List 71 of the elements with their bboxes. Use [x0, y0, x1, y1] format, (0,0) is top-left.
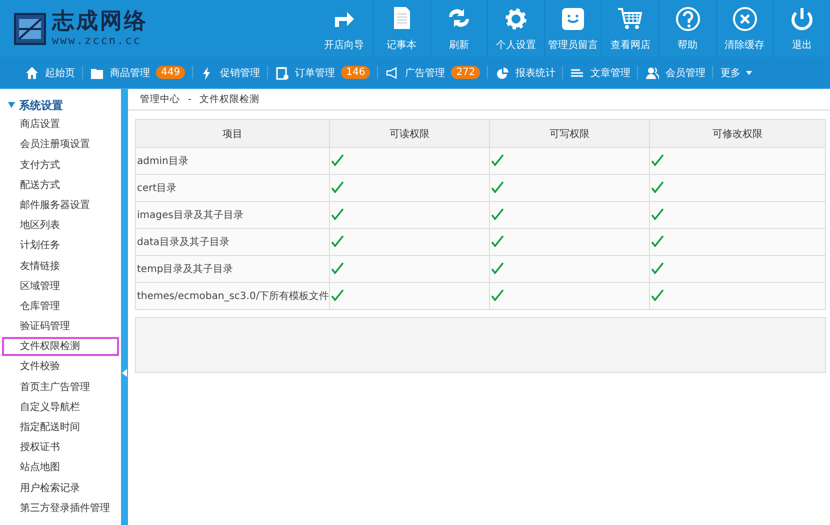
- help-icon: [674, 5, 702, 33]
- nav-item[interactable]: 促销管理: [193, 66, 268, 80]
- nav-label: 商品管理: [110, 66, 150, 80]
- nav-label: 起始页: [45, 66, 75, 80]
- sidebar-item[interactable]: 邮件服务器设置: [2, 196, 119, 215]
- nav-item[interactable]: 会员管理: [638, 66, 712, 80]
- nav-item[interactable]: 文章管理: [563, 66, 638, 80]
- nav-item[interactable]: 广告管理 272: [378, 66, 488, 80]
- sidebar-item[interactable]: 配送方式: [2, 176, 119, 195]
- breadcrumb-separator: -: [188, 94, 192, 104]
- table-cell: cert目录: [137, 183, 177, 194]
- logo-title: 志成网络: [52, 10, 148, 34]
- nav-item[interactable]: 更多: [713, 66, 760, 80]
- toolbar-button[interactable]: 管理员留言: [544, 0, 602, 57]
- column-header: 可写权限: [550, 128, 590, 140]
- toolbar-button[interactable]: 开店向导: [315, 0, 372, 57]
- megaphone-icon: [385, 66, 400, 80]
- sidebar-item[interactable]: 友情链接: [2, 256, 119, 276]
- sidebar-item[interactable]: 自定义导航栏: [2, 398, 119, 417]
- nav-label: 会员管理: [665, 66, 706, 80]
- nav-label: 报表统计: [515, 66, 556, 80]
- sidebar-item[interactable]: 验证码管理: [2, 317, 119, 336]
- logo-icon: [14, 12, 46, 44]
- count-badge: 146: [341, 66, 370, 79]
- breadcrumb-link[interactable]: 管理中心: [140, 92, 180, 106]
- sidebar-item[interactable]: 计划任务: [2, 236, 119, 256]
- collapse-arrow-icon[interactable]: [122, 369, 127, 377]
- nav-label: 文章管理: [590, 66, 630, 80]
- nav-item[interactable]: 起始页: [18, 66, 82, 80]
- table-cell: themes/ecmoban_sc3.0/下所有模板文件: [137, 291, 330, 302]
- nav-label: 广告管理: [405, 66, 446, 80]
- sidebar-item[interactable]: 文件权限检测: [2, 337, 119, 356]
- sidebar-item[interactable]: 指定配送时间: [2, 418, 119, 437]
- sidebar-item[interactable]: 地区列表: [2, 216, 119, 236]
- sidebar-item[interactable]: 站点地图: [2, 458, 119, 478]
- breadcrumb-current: 文件权限检测: [199, 92, 260, 106]
- column-header: 项目: [222, 128, 243, 140]
- clipboard-icon: [275, 66, 290, 80]
- table-cell: images目录及其子目录: [137, 210, 244, 221]
- sidebar-item[interactable]: 第三方登录插件管理: [2, 498, 119, 518]
- sidebar-item[interactable]: 仓库管理: [2, 296, 119, 316]
- caret-icon: [8, 102, 15, 108]
- nav-label: 更多: [720, 66, 740, 80]
- table-cell: temp目录及其子目录: [137, 264, 234, 275]
- nav-label: 促销管理: [220, 66, 260, 80]
- sidebar-item[interactable]: 授权证书: [2, 438, 119, 458]
- sidebar-item[interactable]: 支付方式: [2, 156, 119, 175]
- nav-item[interactable]: 商品管理 449: [83, 66, 192, 80]
- column-header: 可读权限: [390, 128, 430, 140]
- pie-chart-icon: [495, 66, 510, 80]
- close-icon: [730, 5, 759, 33]
- people-icon: [645, 66, 660, 80]
- sidebar-item[interactable]: 区域管理: [2, 276, 119, 296]
- sidebar-item[interactable]: 首页主广告管理: [2, 378, 119, 397]
- sidebar-item[interactable]: 会员注册项设置: [2, 135, 119, 154]
- section-header[interactable]: 系统设置: [0, 96, 121, 114]
- section-title: 系统设置: [19, 98, 63, 112]
- home-icon: [25, 66, 39, 80]
- sidebar-item[interactable]: 文件校验: [2, 357, 119, 376]
- nav-item[interactable]: 订单管理 146: [268, 66, 378, 80]
- column-header: 可修改权限: [712, 128, 763, 140]
- nav-label: 订单管理: [295, 66, 336, 80]
- table-cell: data目录及其子目录: [137, 237, 230, 248]
- count-badge: 449: [156, 66, 186, 79]
- sidebar-item[interactable]: 商店设置: [2, 115, 119, 134]
- caret-icon: [746, 70, 752, 74]
- sidebar-item[interactable]: 用户检索记录: [2, 478, 119, 498]
- logo-url: www.zccn.cc: [52, 34, 142, 47]
- nav-item[interactable]: 报表统计: [488, 66, 562, 80]
- count-badge: 272: [451, 66, 480, 79]
- table-cell: admin目录: [137, 156, 188, 167]
